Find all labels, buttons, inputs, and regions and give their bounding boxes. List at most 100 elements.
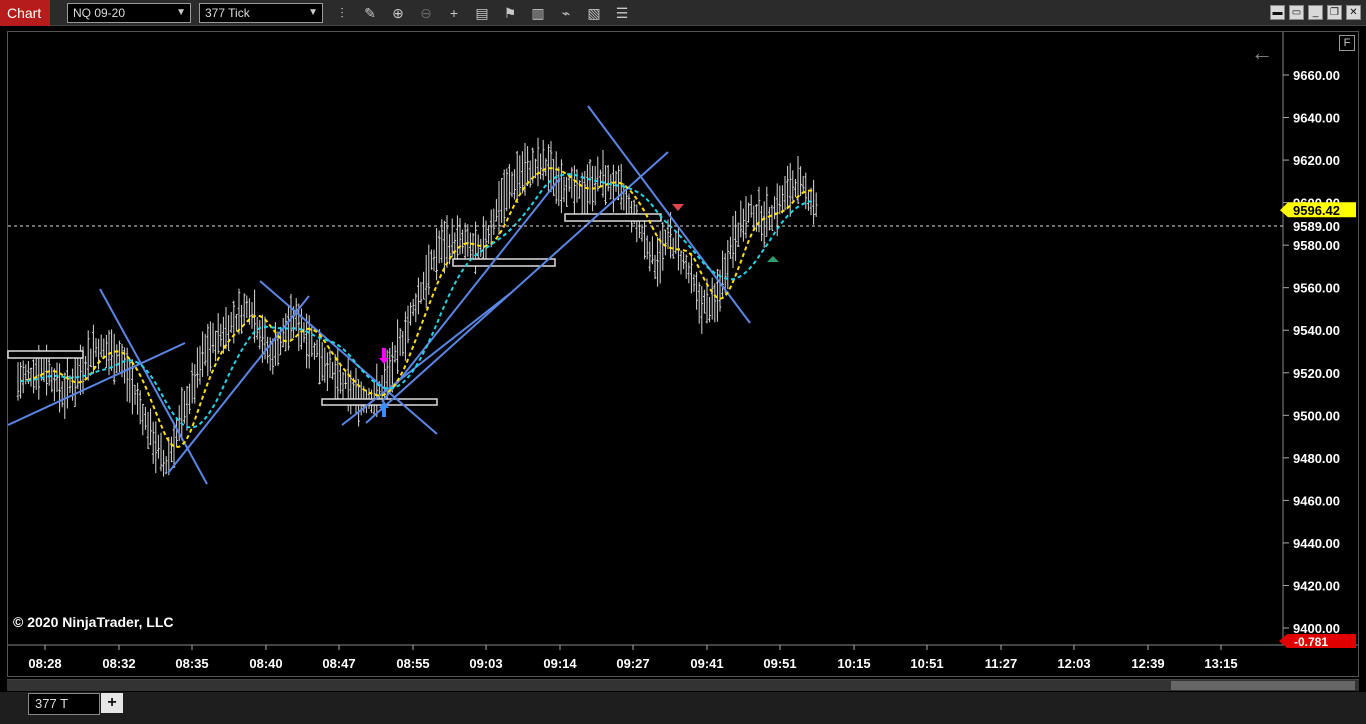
ohlc-bar (640, 224, 644, 242)
time-tick-label: 08:28 (28, 656, 61, 671)
chart-tab-377t[interactable]: 377 T (28, 693, 100, 715)
ohlc-bar (731, 215, 735, 268)
ohlc-bar (76, 354, 80, 390)
ohlc-bar (479, 238, 483, 257)
ohlc-bar (778, 185, 782, 215)
ohlc-bar (799, 166, 802, 196)
time-tick-label: 09:51 (763, 656, 796, 671)
ohlc-bar (443, 220, 446, 274)
ohlc-bar (643, 215, 646, 260)
ohlc-bar (666, 219, 670, 250)
time-tick-label: 09:03 (469, 656, 502, 671)
ohlc-bar (586, 164, 589, 216)
ohlc-bar (333, 354, 337, 401)
ohlc-bar (430, 249, 433, 270)
ohlc-bar (313, 342, 316, 360)
ohlc-bar (284, 313, 288, 352)
ohlc-bar (814, 192, 818, 217)
pnl-flag-label: -0.781 (1294, 635, 1328, 649)
ohlc-bar (118, 340, 121, 373)
ohlc-bar (211, 322, 215, 354)
add-tab-button[interactable]: + (101, 693, 123, 713)
tab-bar (0, 692, 1366, 724)
ohlc-bar (755, 204, 758, 232)
ohlc-bar (588, 158, 592, 205)
ohlc-bar (60, 381, 64, 408)
ohlc-bar (601, 149, 605, 198)
price-tick-label: 9480.00 (1293, 451, 1340, 466)
ohlc-bar (115, 344, 119, 373)
ohlc-bar (557, 166, 561, 206)
price-tick-label: 9500.00 (1293, 408, 1340, 423)
ohlc-bar (164, 456, 168, 475)
ohlc-bar (216, 313, 220, 354)
ohlc-bar (393, 345, 397, 363)
ohlc-bar (250, 302, 254, 329)
ohlc-bar (484, 220, 488, 262)
ohlc-bar (219, 323, 223, 347)
ohlc-bar (73, 353, 77, 408)
copyright-notice: © 2020 NinjaTrader, LLC (13, 614, 174, 630)
ohlc-bar (427, 244, 431, 296)
ohlc-bar (627, 193, 631, 215)
time-tick-label: 09:41 (690, 656, 723, 671)
ohlc-bar (404, 311, 407, 361)
ohlc-bar (125, 347, 129, 402)
chart-trader-button[interactable]: F (1339, 35, 1355, 51)
ohlc-bar (549, 141, 553, 193)
ohlc-bar (492, 208, 496, 236)
back-arrow-icon[interactable]: ← (1251, 40, 1273, 66)
ohlc-bar (159, 432, 163, 472)
time-tick-label: 09:14 (543, 656, 577, 671)
time-tick-label: 08:35 (175, 656, 208, 671)
ohlc-bar (502, 169, 506, 224)
ohlc-bar (500, 178, 503, 223)
ohlc-bar (237, 288, 241, 335)
ohlc-bar (770, 204, 774, 231)
scroll-thumb[interactable] (1171, 681, 1355, 690)
ohlc-bar (128, 358, 132, 403)
ohlc-bar (458, 218, 462, 255)
ohlc-bar (450, 218, 454, 258)
time-tick-label: 08:32 (102, 656, 135, 671)
ohlc-bar (209, 321, 212, 372)
ohlc-bar (401, 331, 405, 357)
ohlc-bar (341, 371, 345, 399)
ohlc-bar (396, 319, 399, 375)
ohlc-bar (570, 167, 574, 199)
price-chart[interactable]: 9660.009640.009620.009600.009580.009560.… (0, 0, 1366, 724)
ohlc-bar (183, 390, 186, 424)
ohlc-bar (193, 364, 197, 404)
ohlc-bar (690, 252, 693, 294)
ohlc-bar (432, 249, 436, 272)
ohlc-bar (133, 384, 137, 405)
price-tick-label: 9540.00 (1293, 323, 1340, 338)
ohlc-bar (497, 181, 501, 235)
price-tick-label: 9660.00 (1293, 68, 1340, 83)
ohlc-bar (510, 171, 514, 198)
ohlc-bar (422, 271, 425, 300)
ohlc-bar (417, 277, 420, 315)
ohlc-bar (456, 215, 459, 261)
ohlc-bar (437, 230, 441, 264)
time-tick-label: 12:03 (1057, 656, 1090, 671)
time-tick-label: 10:51 (910, 656, 943, 671)
current-price-label: 9589.00 (1293, 219, 1340, 234)
ohlc-bar (565, 176, 568, 207)
ohlc-bar (55, 362, 59, 392)
ohlc-bar (63, 372, 67, 419)
ohlc-bar (612, 164, 615, 213)
price-tick-label: 9580.00 (1293, 238, 1340, 253)
price-tick-label: 9420.00 (1293, 578, 1340, 593)
ohlc-bar (684, 254, 688, 279)
ohlc-bar (573, 165, 576, 215)
ohlc-bar (326, 352, 329, 392)
ohlc-bar (708, 296, 711, 323)
ohlc-bar (687, 262, 691, 284)
ohlc-bar (463, 222, 467, 261)
ohlc-bar (482, 216, 485, 263)
ohlc-bar (97, 338, 100, 370)
ohlc-bar (29, 367, 33, 387)
horizontal-scrollbar[interactable] (7, 679, 1359, 691)
ohlc-bar (599, 169, 602, 188)
